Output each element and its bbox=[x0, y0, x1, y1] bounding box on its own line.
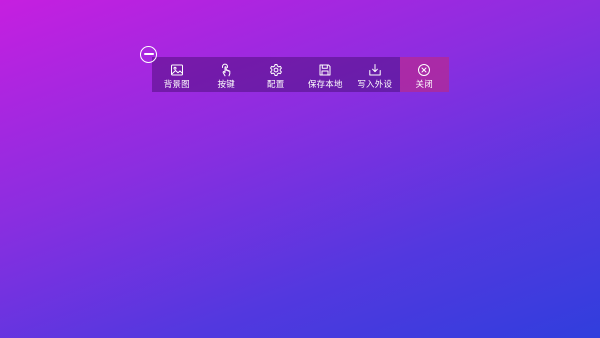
save-local-label: 保存本地 bbox=[307, 80, 343, 90]
close-button[interactable]: 关闭 bbox=[399, 57, 449, 92]
collapse-toolbar-button[interactable] bbox=[140, 46, 157, 63]
floating-toolbar: 背景图 按键 配置 保存本地 写入外设 关闭 bbox=[152, 57, 449, 92]
write-device-label: 写入外设 bbox=[357, 80, 393, 90]
keys-label: 按键 bbox=[217, 80, 235, 90]
close-label: 关闭 bbox=[415, 80, 433, 90]
config-button[interactable]: 配置 bbox=[251, 57, 301, 92]
keys-button[interactable]: 按键 bbox=[201, 57, 251, 92]
tap-icon bbox=[219, 63, 233, 77]
close-circle-icon bbox=[417, 63, 431, 77]
write-device-button[interactable]: 写入外设 bbox=[350, 57, 400, 92]
image-icon bbox=[170, 63, 184, 77]
save-icon bbox=[318, 63, 332, 77]
config-label: 配置 bbox=[267, 80, 285, 90]
background-image-button[interactable]: 背景图 bbox=[152, 57, 202, 92]
download-icon bbox=[368, 63, 382, 77]
minus-icon bbox=[143, 53, 154, 55]
save-local-button[interactable]: 保存本地 bbox=[300, 57, 350, 92]
settings-icon bbox=[269, 63, 283, 77]
background-image-label: 背景图 bbox=[163, 80, 190, 90]
